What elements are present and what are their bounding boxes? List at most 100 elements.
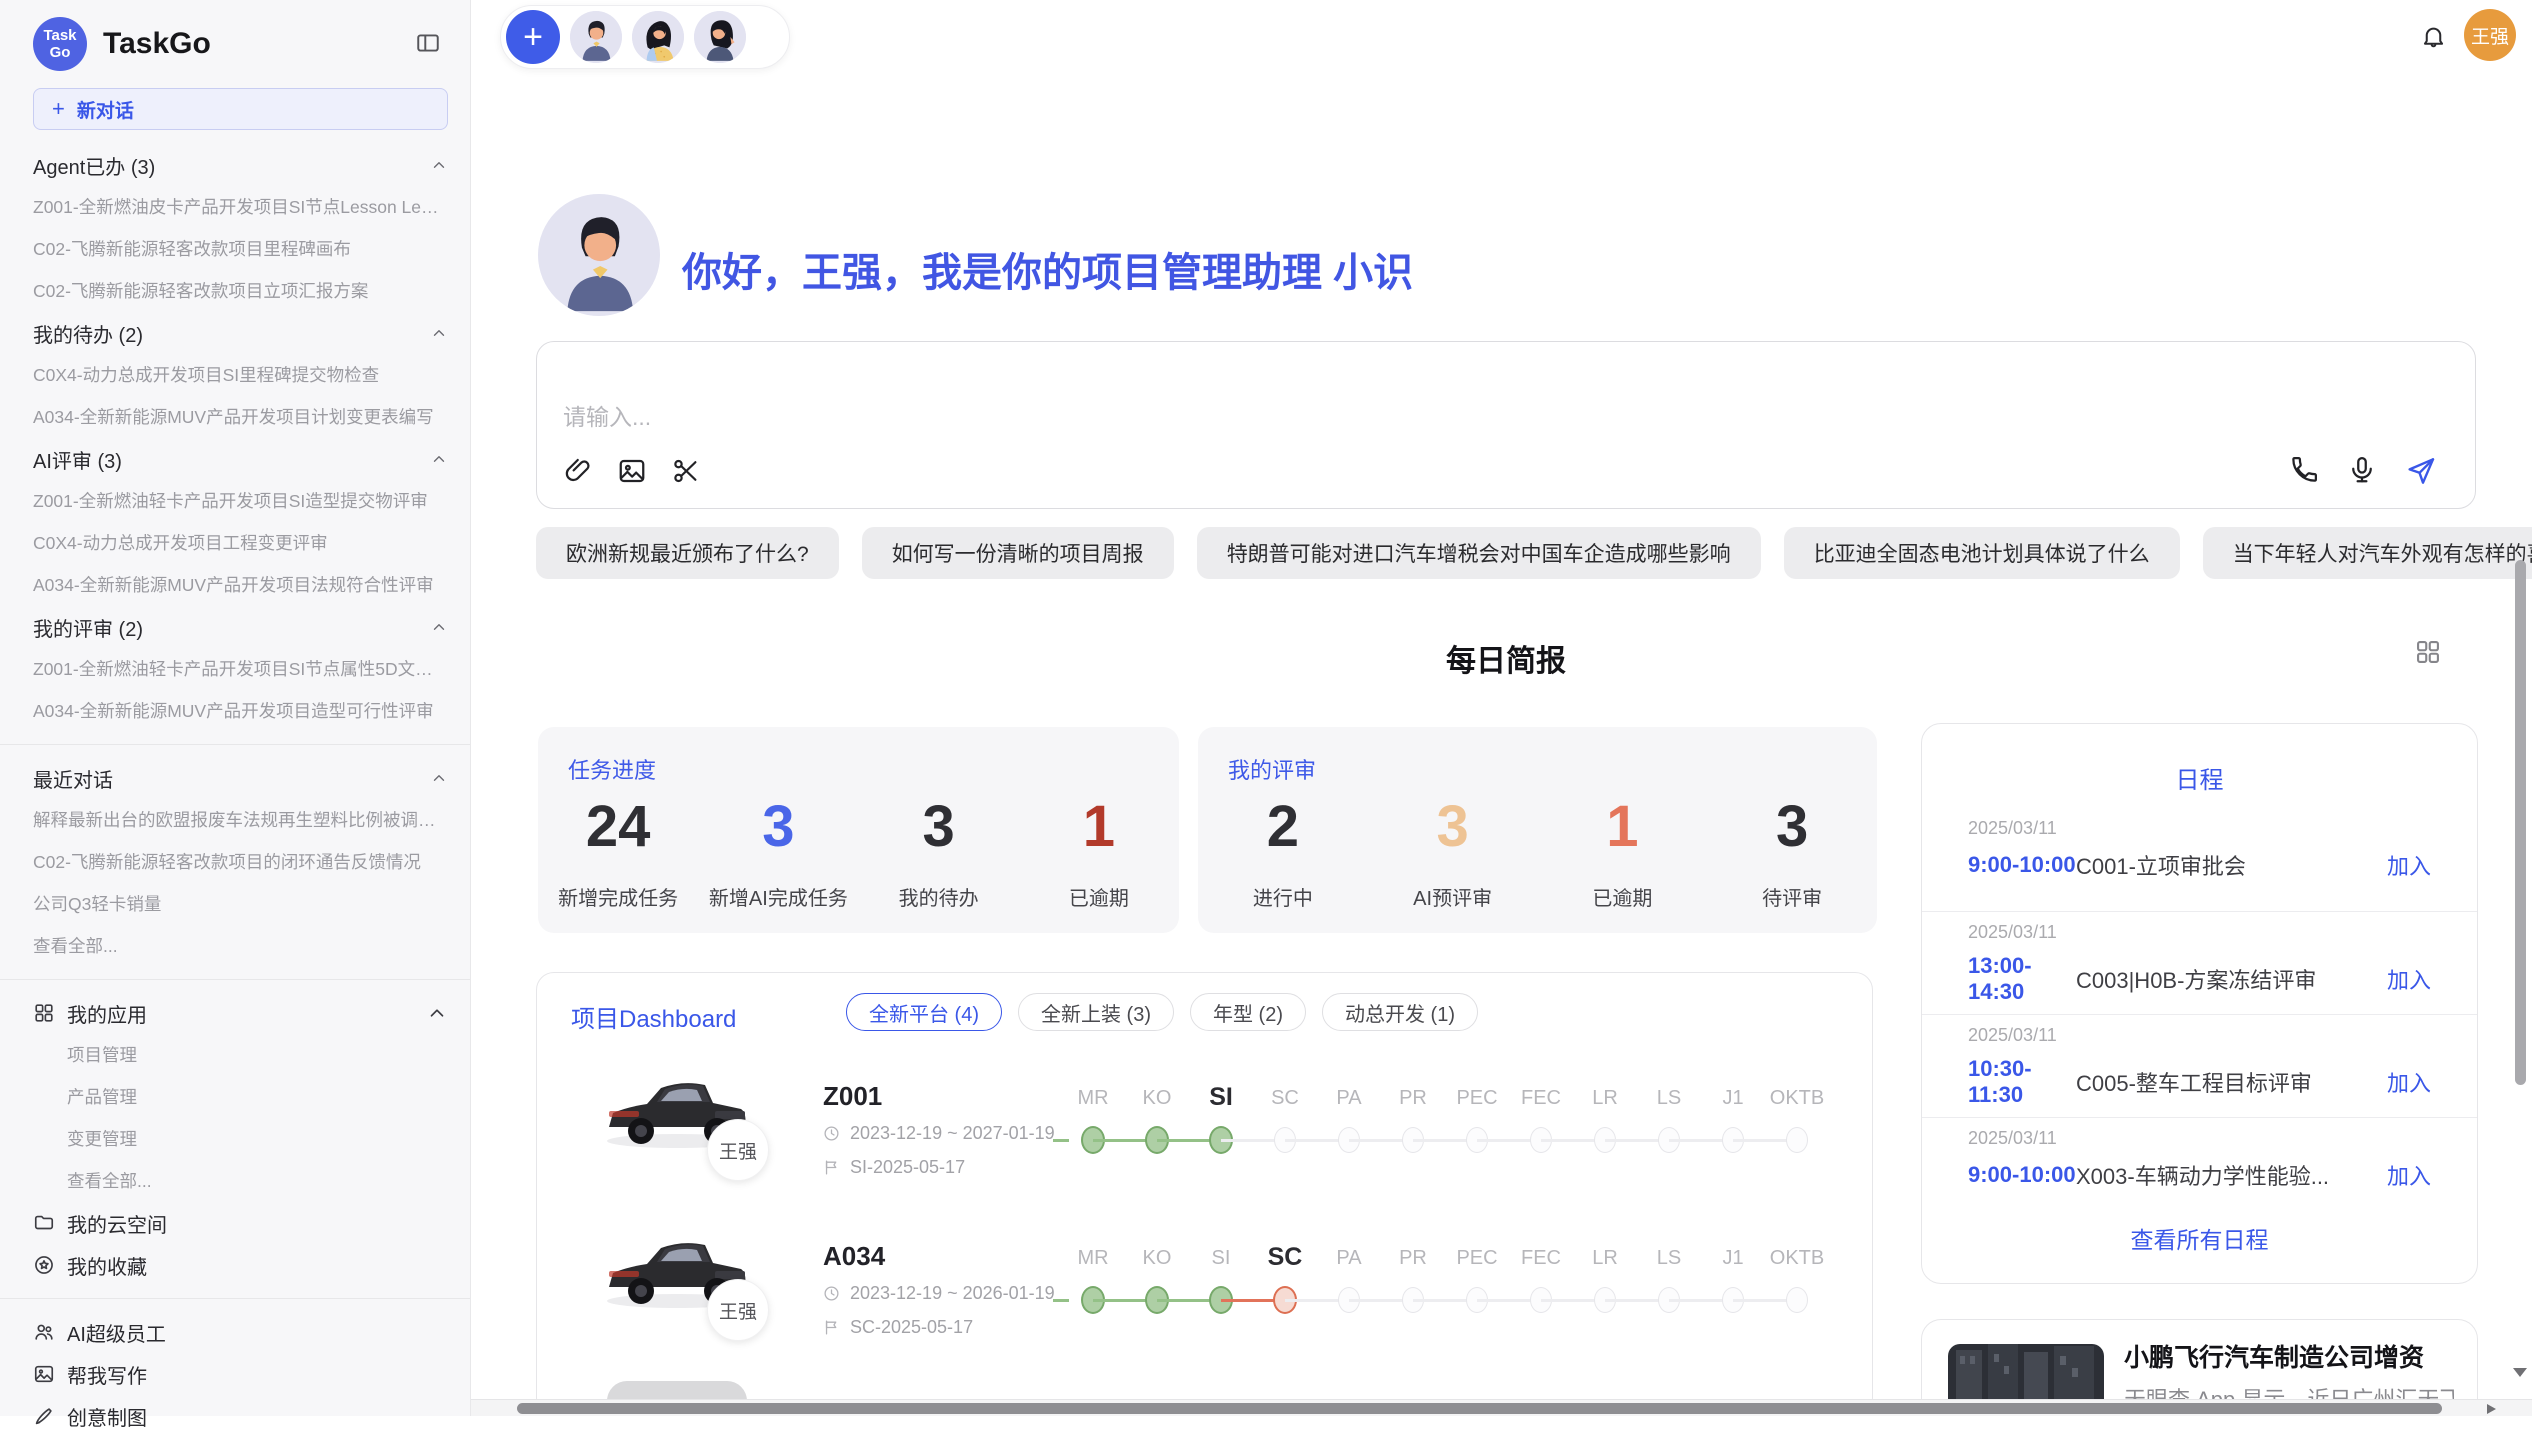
scissors-icon[interactable] [671,456,701,486]
milestone: PA [1317,1087,1381,1177]
avatar-woman-dark[interactable] [694,11,746,63]
milestone: SC [1253,1087,1317,1177]
user-avatar[interactable]: 王强 [2464,9,2516,61]
vertical-scrollbar-thumb[interactable] [2515,560,2526,1085]
sidebar-item[interactable]: Z001-全新燃油皮卡产品开发项目SI节点Lesson Learn报告 [33,186,448,228]
sidebar-item[interactable]: C02-飞腾新能源轻客改款项目立项汇报方案 [33,270,448,312]
milestone-label: J1 [1701,1087,1765,1110]
milestone: MR [1061,1087,1125,1177]
app-sub-item[interactable]: 变更管理 [33,1118,448,1160]
suggestion-chip[interactable]: 特朗普可能对进口汽车增税会对中国车企造成哪些影响 [1197,527,1761,579]
new-chat-button[interactable]: + 新对话 [33,88,448,130]
dashboard-filter[interactable]: 动总开发 (1) [1322,993,1478,1031]
dashboard-filter[interactable]: 年型 (2) [1190,993,1306,1031]
schedule-item[interactable]: 2025/03/119:00-10:00C001-立项审批会加入 [1922,808,2477,911]
sidebar-section-header-3[interactable]: 我的评审 (2) [33,606,448,648]
app-sub-item[interactable]: 项目管理 [33,1034,448,1076]
sidebar: Task Go TaskGo + 新对话 Agent已办 (3)Z001-全新燃… [0,0,471,1416]
join-meeting-link[interactable]: 加入 [2387,963,2431,995]
sidebar-item[interactable]: A034-全新新能源MUV产品开发项目法规符合性评审 [33,564,448,606]
news-title: 小鹏飞行汽车制造公司增资 [2124,1338,2424,1374]
dashboard-filters: 全新平台 (4) 全新上装 (3) 年型 (2) 动总开发 (1) [846,993,1478,1031]
section-label: 我的待办 (2) [33,319,143,348]
join-meeting-link[interactable]: 加入 [2387,849,2431,881]
stat-value: 2 [1198,793,1368,860]
notification-bell-icon[interactable] [2420,23,2447,50]
stat: 3我的待办 [859,785,1019,933]
app-sub-item[interactable]: 查看全部... [33,1160,448,1202]
recent-chat-item[interactable]: 解释最新出台的欧盟报废车法规再生塑料比例被调至15%... [33,799,448,841]
sidebar-section-header-1[interactable]: 我的待办 (2) [33,312,448,354]
avatar-man[interactable] [570,11,622,63]
join-meeting-link[interactable]: 加入 [2387,1066,2431,1098]
suggestion-chip[interactable]: 当下年轻人对汽车外观有怎样的喜好趋势 [2203,527,2532,579]
sidebar-tool[interactable]: 帮我写作 [33,1353,448,1395]
project-row[interactable]: 王强Z0012023-12-19 ~ 2027-01-19SI-2025-05-… [537,1059,1872,1209]
recent-chat-item[interactable]: C02-飞腾新能源轻客改款项目的闭环通告反馈情况 [33,841,448,883]
stat-value: 24 [538,793,698,860]
add-contact-button[interactable]: + [506,10,560,64]
paperclip-icon[interactable] [563,456,593,486]
app-sub-item[interactable]: 产品管理 [33,1076,448,1118]
suggestion-chip[interactable]: 比亚迪全固态电池计划具体说了什么 [1784,527,2180,579]
sidebar-tool[interactable]: AI超级员工 [33,1311,448,1353]
recent-chat-item[interactable]: 公司Q3轻卡销量 [33,883,448,925]
recent-chats-header[interactable]: 最近对话 [33,757,448,799]
stat: 24新增完成任务 [538,785,698,933]
sidebar-item[interactable]: A034-全新新能源MUV产品开发项目计划变更表编写 [33,396,448,438]
dashboard-filter[interactable]: 全新平台 (4) [846,993,1002,1031]
logo-row: Task Go TaskGo [33,0,448,88]
microphone-icon[interactable] [2347,455,2377,485]
dashboard-filter[interactable]: 全新上装 (3) [1018,993,1174,1031]
phone-icon[interactable] [2289,455,2319,485]
project-next-milestone: SC-2025-05-17 [823,1317,973,1338]
row-label: 我的收藏 [67,1251,147,1280]
image-icon[interactable] [617,456,647,486]
milestone-label: OKTB [1765,1247,1829,1270]
assistant-avatar [538,194,660,316]
logo-text-top: Task [43,27,76,44]
suggestion-chip[interactable]: 欧洲新规最近颁布了什么? [536,527,839,579]
avatar-woman-yellow[interactable] [632,11,684,63]
sidebar-item[interactable]: C02-飞腾新能源轻客改款项目里程碑画布 [33,228,448,270]
schedule-card: 日程 2025/03/119:00-10:00C001-立项审批会加入2025/… [1921,723,2478,1284]
row-label: 帮我写作 [67,1360,147,1389]
sidebar-item[interactable]: C0X4-动力总成开发项目工程变更评审 [33,522,448,564]
schedule-item[interactable]: 2025/03/1113:00-14:30C003|H0B-方案冻结评审加入 [1922,911,2477,1014]
sidebar-item[interactable]: C0X4-动力总成开发项目SI里程碑提交物检查 [33,354,448,396]
milestone: J1 [1701,1087,1765,1177]
recent-chat-item[interactable]: 查看全部... [33,925,448,967]
horizontal-scrollbar-thumb[interactable] [517,1403,2442,1414]
pen-icon [33,1405,55,1427]
sidebar-item[interactable]: A034-全新新能源MUV产品开发项目造型可行性评审 [33,690,448,732]
chat-input[interactable] [563,404,1763,431]
schedule-item[interactable]: 2025/03/119:00-10:00X003-车辆动力学性能验...加入 [1922,1117,2477,1220]
briefing-layout-icon[interactable] [2414,638,2442,666]
schedule-item[interactable]: 2025/03/1110:30-11:30C005-整车工程目标评审加入 [1922,1014,2477,1117]
sidebar-row[interactable]: 我的云空间 [33,1202,448,1244]
sidebar-collapse-icon[interactable] [414,30,442,56]
clock-icon [823,1125,840,1142]
project-dates: 2023-12-19 ~ 2026-01-19 [823,1283,1055,1304]
scroll-down-arrow-icon[interactable] [2513,1368,2527,1377]
milestone-label: LS [1637,1087,1701,1110]
suggestion-chip[interactable]: 如何写一份清晰的项目周报 [862,527,1174,579]
sidebar-item[interactable]: Z001-全新燃油轻卡产品开发项目SI造型提交物评审 [33,480,448,522]
send-icon[interactable] [2405,454,2437,486]
event-time: 9:00-10:00 [1968,1162,2076,1188]
project-row[interactable]: 王强A0342023-12-19 ~ 2026-01-19SC-2025-05-… [537,1219,1872,1369]
project-code: A034 [823,1241,885,1272]
view-all-schedule-link[interactable]: 查看所有日程 [1922,1221,2477,1255]
stat-label: AI预评审 [1368,882,1538,911]
my-apps-header[interactable]: 我的应用 [33,992,448,1034]
sidebar-item[interactable]: Z001-全新燃油轻卡产品开发项目SI节点属性5D文件评审 [33,648,448,690]
join-meeting-link[interactable]: 加入 [2387,1159,2431,1191]
image-icon [33,1363,55,1385]
sidebar-tool[interactable]: 创意制图 [33,1395,448,1437]
scroll-right-arrow-icon[interactable] [2487,1404,2496,1414]
stat: 1已逾期 [1019,785,1179,933]
sidebar-row[interactable]: 我的收藏 [33,1244,448,1286]
sidebar-section-header-2[interactable]: AI评审 (3) [33,438,448,480]
milestone-label: SI [1189,1083,1253,1112]
sidebar-section-header-0[interactable]: Agent已办 (3) [33,144,448,186]
